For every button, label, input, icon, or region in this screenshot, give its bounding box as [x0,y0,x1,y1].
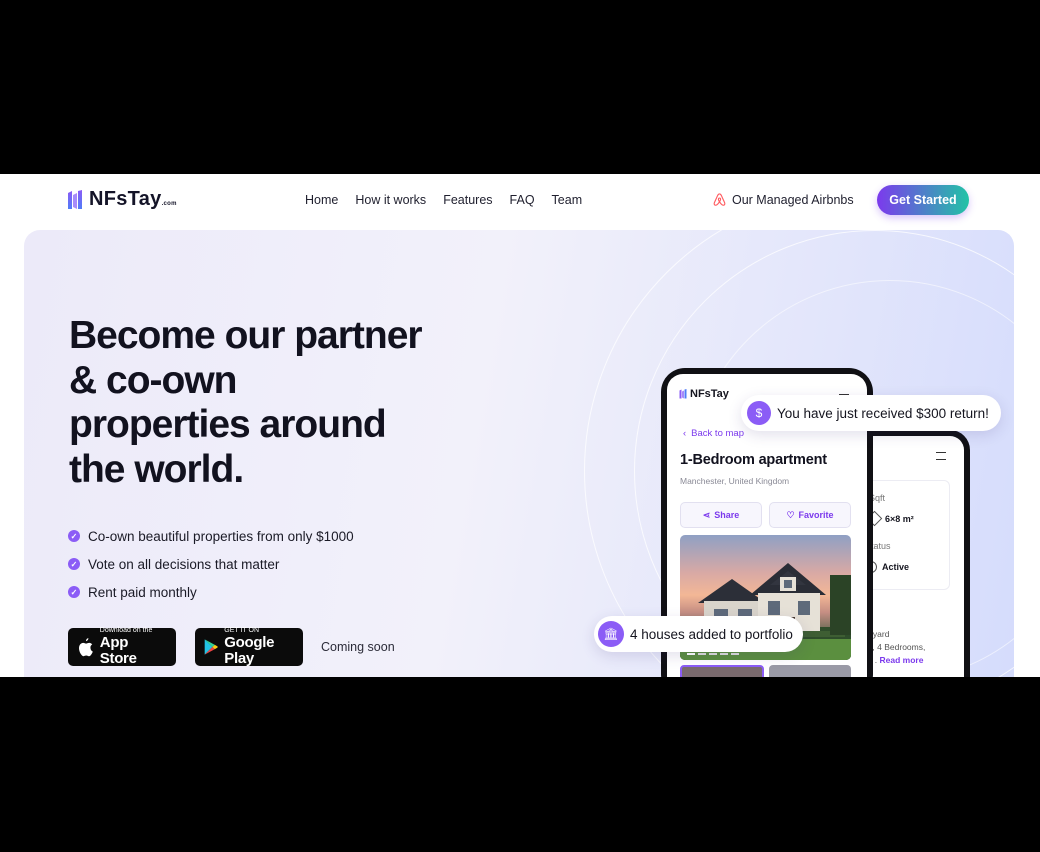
read-more-link[interactable]: Read more [880,655,924,665]
favorite-button[interactable]: ♡ Favorite [769,502,851,528]
check-icon: ✓ [68,530,80,542]
get-started-button[interactable]: Get Started [877,185,969,215]
bullet-item: ✓ Rent paid monthly [68,578,354,606]
image-carousel-dots [687,653,739,655]
coming-soon-label: Coming soon [321,640,395,654]
managed-airbnbs-label: Our Managed Airbnbs [732,192,854,207]
airbnb-icon [713,193,726,206]
sqft-value-row: 6×8 m² [866,510,914,527]
details-card: Sqft 6×8 m² Status ✓ Active [860,480,950,590]
chevron-left-icon: ‹ [683,428,687,439]
nav-home[interactable]: Home [305,193,338,207]
brand-name: NFsTay.com [89,188,177,210]
thumbnail[interactable] [680,665,764,677]
google-play-big-text: Google Play [224,634,275,667]
share-button[interactable]: ⋖ Share [680,502,762,528]
bank-icon: 🏛 [598,621,624,647]
check-icon: ✓ [68,558,80,570]
hero-headline: Become our partner & co-own properties a… [69,314,423,491]
coin-hand-icon: $ [747,401,771,425]
bullet-item: ✓ Co-own beautiful properties from only … [68,522,354,550]
thumbnail[interactable] [769,665,851,677]
check-icon: ✓ [68,586,80,598]
apple-icon [79,638,93,657]
app-store-big-text: App Store [99,634,137,667]
app-header: NFsTay [679,388,729,400]
logo-icon [68,189,82,209]
google-play-button[interactable]: GET IT ON Google Play [195,627,303,667]
main-menu: Home How it works Features FAQ Team [305,193,582,207]
managed-airbnbs-link[interactable]: Our Managed Airbnbs [712,192,854,207]
brand-logo[interactable]: NFsTay.com [67,188,177,211]
bullet-item: ✓ Vote on all decisions that matter [68,550,354,578]
google-play-icon [204,639,218,655]
nav-team[interactable]: Team [552,193,583,207]
nav-faq[interactable]: FAQ [510,193,535,207]
nav-features[interactable]: Features [443,193,492,207]
return-notification: $ You have just received $300 return! [741,395,1001,431]
logo-icon [679,389,687,399]
property-location: Manchester, United Kingdom [680,476,790,486]
app-brand-name: NFsTay [690,388,729,400]
back-to-map-link[interactable]: ‹ Back to map [683,428,744,439]
property-title: 1-Bedroom apartment [680,452,827,468]
menu-icon[interactable] [936,452,946,460]
nav-how-it-works[interactable]: How it works [355,193,426,207]
feature-bullets: ✓ Co-own beautiful properties from only … [68,522,354,606]
landing-page: NFsTay.com Home How it works Features FA… [0,174,1040,677]
app-store-button[interactable]: Download on the App Store [68,627,176,667]
share-icon: ⋖ [702,509,711,520]
top-navigation: NFsTay.com Home How it works Features FA… [0,174,1040,230]
portfolio-notification: 🏛 4 houses added to portfolio [594,616,803,652]
heart-icon: ♡ [786,509,795,520]
hero-section: Become our partner & co-own properties a… [24,230,1014,677]
